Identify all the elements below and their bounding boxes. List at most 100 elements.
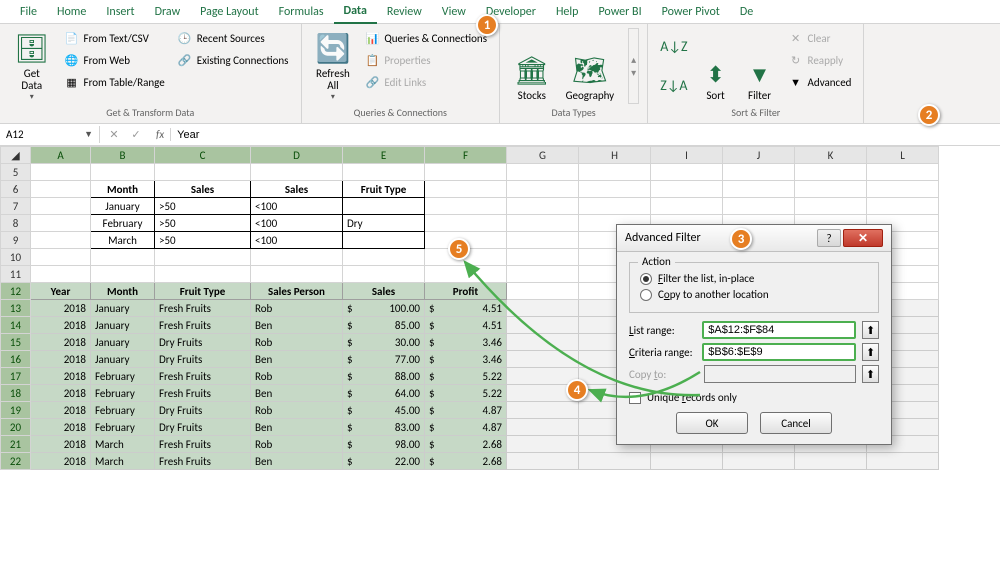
copy-to-input bbox=[704, 365, 856, 383]
tab-home[interactable]: Home bbox=[47, 1, 96, 23]
col-header-j[interactable]: J bbox=[723, 147, 795, 164]
tab-pagelayout[interactable]: Page Layout bbox=[190, 1, 268, 23]
row-header[interactable]: 7 bbox=[1, 198, 31, 215]
tab-view[interactable]: View bbox=[432, 1, 476, 23]
col-header-k[interactable]: K bbox=[795, 147, 867, 164]
row-header[interactable]: 5 bbox=[1, 164, 31, 181]
tab-formulas[interactable]: Formulas bbox=[269, 1, 334, 23]
col-header-e[interactable]: E bbox=[343, 147, 425, 164]
select-all-corner[interactable]: ◢ bbox=[1, 147, 31, 164]
refresh-icon: 🔄 bbox=[316, 31, 351, 66]
from-table-button[interactable]: ▦From Table/Range bbox=[60, 72, 169, 92]
advanced-button[interactable]: ▼Advanced bbox=[784, 72, 856, 92]
sort-button[interactable]: ⬍ Sort bbox=[696, 28, 736, 104]
row-header[interactable]: 11 bbox=[1, 266, 31, 283]
col-header-l[interactable]: L bbox=[867, 147, 939, 164]
accept-formula-button[interactable]: ✓ bbox=[126, 126, 146, 144]
fx-icon[interactable]: fx bbox=[150, 128, 171, 141]
row-header[interactable]: 6 bbox=[1, 181, 31, 198]
from-text-csv-button[interactable]: 📄From Text/CSV bbox=[60, 28, 169, 48]
criteria-range-picker-button[interactable]: ⬆ bbox=[862, 343, 879, 361]
row-header[interactable]: 18 bbox=[1, 385, 31, 402]
stocks-button[interactable]: 🏛 Stocks bbox=[508, 28, 556, 104]
row-header[interactable]: 14 bbox=[1, 317, 31, 334]
col-header-c[interactable]: C bbox=[155, 147, 251, 164]
tab-help[interactable]: Help bbox=[546, 1, 589, 23]
existing-connections-button[interactable]: 🔗Existing Connections bbox=[173, 50, 293, 70]
cancel-formula-button[interactable]: ✕ bbox=[104, 126, 124, 144]
range-picker-icon: ⬆ bbox=[866, 324, 875, 337]
clear-icon: ✕ bbox=[788, 30, 804, 46]
sort-za-button[interactable]: Z↓A bbox=[656, 75, 691, 96]
ribbon: 🗄 Get Data ▾ 📄From Text/CSV 🌐From Web ▦F… bbox=[0, 24, 1000, 124]
dialog-close-button[interactable]: ✕ bbox=[843, 229, 883, 247]
row-header[interactable]: 15 bbox=[1, 334, 31, 351]
filter-button[interactable]: ▼ Filter bbox=[740, 28, 780, 104]
queries-connections-button[interactable]: 📊Queries & Connections bbox=[360, 28, 491, 48]
col-header-a[interactable]: A bbox=[31, 147, 91, 164]
col-header-f[interactable]: F bbox=[425, 147, 507, 164]
row-header[interactable]: 9 bbox=[1, 232, 31, 249]
row-header[interactable]: 16 bbox=[1, 351, 31, 368]
cancel-button[interactable]: Cancel bbox=[760, 412, 832, 434]
list-range-picker-button[interactable]: ⬆ bbox=[862, 321, 879, 339]
group-label-datatypes: Data Types bbox=[508, 104, 639, 119]
name-box[interactable]: A12 ▼ bbox=[0, 126, 100, 143]
geography-button[interactable]: 🗺 Geography bbox=[560, 28, 621, 104]
tab-review[interactable]: Review bbox=[377, 1, 432, 23]
tab-powerbi[interactable]: Power BI bbox=[588, 1, 651, 23]
row-header[interactable]: 10 bbox=[1, 249, 31, 266]
list-range-input[interactable] bbox=[702, 321, 856, 339]
col-header-h[interactable]: H bbox=[579, 147, 651, 164]
col-header-g[interactable]: G bbox=[507, 147, 579, 164]
callout-4: 4 bbox=[566, 379, 588, 401]
row-header[interactable]: 13 bbox=[1, 300, 31, 317]
link-icon: 🔗 bbox=[177, 52, 193, 68]
ribbon-tabs: File Home Insert Draw Page Layout Formul… bbox=[0, 0, 1000, 24]
get-data-button[interactable]: 🗄 Get Data ▾ bbox=[8, 28, 56, 104]
range-picker-icon: ⬆ bbox=[866, 346, 875, 359]
recent-icon: 🕒 bbox=[177, 30, 193, 46]
unique-records-checkbox[interactable]: Unique records only bbox=[629, 391, 879, 404]
copy-to-picker-button[interactable]: ⬆ bbox=[862, 365, 879, 383]
tab-draw[interactable]: Draw bbox=[145, 1, 191, 23]
action-group-label: Action bbox=[638, 255, 675, 268]
criteria-range-label: Criteria range: bbox=[629, 346, 696, 359]
col-header-b[interactable]: B bbox=[91, 147, 155, 164]
checkbox-icon bbox=[629, 392, 641, 404]
namebox-dropdown-icon[interactable]: ▼ bbox=[84, 129, 93, 140]
col-header-i[interactable]: I bbox=[651, 147, 723, 164]
row-header[interactable]: 12 bbox=[1, 283, 31, 300]
ok-button[interactable]: OK bbox=[676, 412, 748, 434]
row-header[interactable]: 20 bbox=[1, 419, 31, 436]
criteria-range-input[interactable] bbox=[702, 343, 856, 361]
tab-data[interactable]: Data bbox=[334, 0, 377, 24]
sort-az-button[interactable]: A↓Z bbox=[656, 36, 691, 57]
callout-2: 2 bbox=[918, 104, 940, 126]
dialog-titlebar[interactable]: Advanced Filter ? ✕ bbox=[617, 225, 891, 252]
refresh-all-button[interactable]: 🔄 Refresh All ▾ bbox=[310, 28, 357, 104]
tab-insert[interactable]: Insert bbox=[96, 1, 144, 23]
radio-icon bbox=[640, 289, 652, 301]
radio-copy-location[interactable]: Copy to another location bbox=[640, 288, 868, 301]
formula-input[interactable] bbox=[171, 127, 1000, 143]
sort-icon: ⬍ bbox=[706, 61, 724, 88]
table-row[interactable]: 22 2018 March Fresh Fruits Ben $22.00 $2… bbox=[1, 453, 939, 470]
row-header[interactable]: 22 bbox=[1, 453, 31, 470]
row-header[interactable]: 21 bbox=[1, 436, 31, 453]
tab-powerpivot[interactable]: Power Pivot bbox=[652, 1, 730, 23]
radio-filter-inplace[interactable]: Filter the list, in-place bbox=[640, 272, 868, 285]
datatype-scroll[interactable]: ▴▾ bbox=[628, 28, 639, 104]
map-icon: 🗺 bbox=[572, 53, 608, 88]
recent-sources-button[interactable]: 🕒Recent Sources bbox=[173, 28, 293, 48]
col-header-d[interactable]: D bbox=[251, 147, 343, 164]
edit-links-icon: 🔗 bbox=[364, 74, 380, 90]
tab-file[interactable]: File bbox=[10, 1, 47, 23]
row-header[interactable]: 19 bbox=[1, 402, 31, 419]
row-header[interactable]: 17 bbox=[1, 368, 31, 385]
tab-design[interactable]: De bbox=[730, 1, 763, 23]
row-header[interactable]: 8 bbox=[1, 215, 31, 232]
from-web-button[interactable]: 🌐From Web bbox=[60, 50, 169, 70]
dialog-help-button[interactable]: ? bbox=[817, 229, 841, 247]
edit-links-button: 🔗Edit Links bbox=[360, 72, 491, 92]
